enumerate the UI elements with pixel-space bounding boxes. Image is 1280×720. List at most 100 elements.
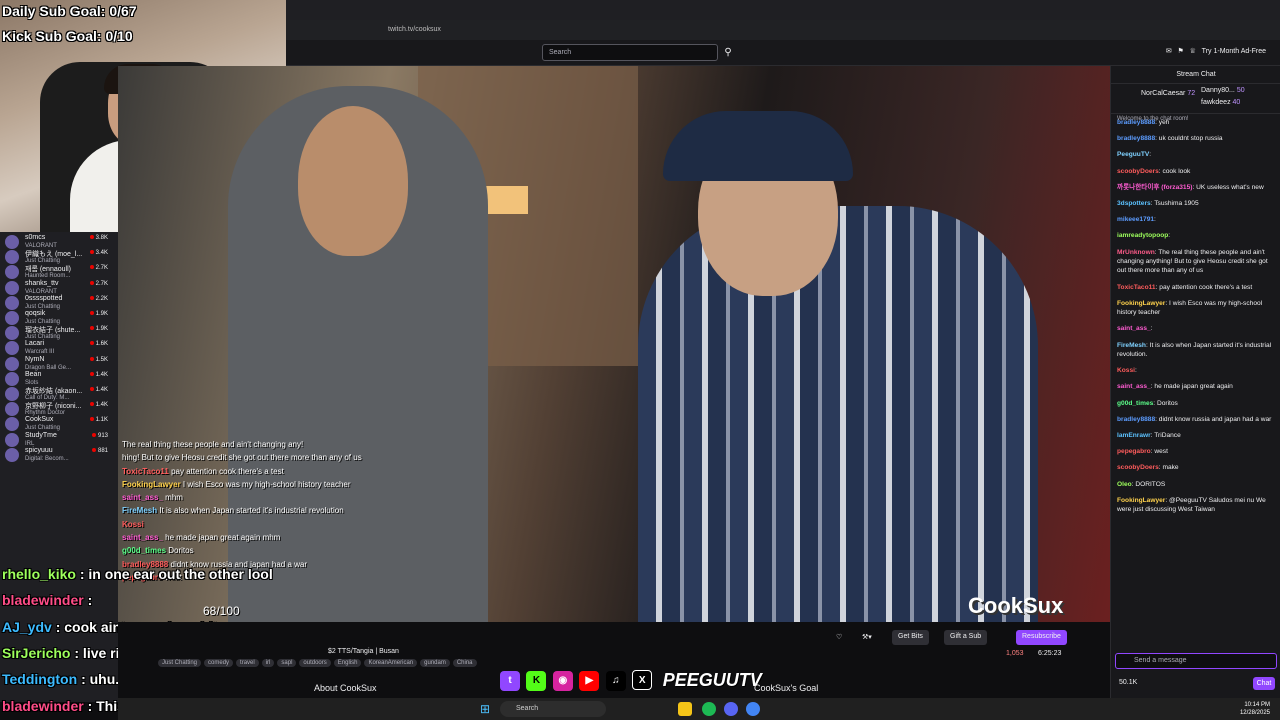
search-icon[interactable]: ⚲ [720, 44, 736, 61]
x-icon[interactable]: X [632, 670, 653, 690]
chat-username[interactable]: scoobyDoers [1117, 168, 1159, 175]
notification-bell-icon[interactable]: ⚒▾ [856, 630, 878, 645]
channel-viewers: 1.5K [89, 356, 108, 363]
chat-panel: Stream Chat NorCalCaesar 72 Danny80... 50… [1110, 66, 1280, 702]
chat-text: : [1150, 325, 1153, 333]
kick-icon[interactable]: K [526, 671, 547, 691]
stream-tag[interactable]: Just Chatting [158, 659, 202, 667]
nav-right-area: ✉ ⚑ ♕ Try 1-Month Ad-Free [1166, 47, 1266, 55]
chat-message: IamEnrawr: TriDance [1117, 431, 1275, 440]
chat-username[interactable]: FookingLawyer [1117, 300, 1165, 307]
chat-username[interactable]: bradley8888 [1117, 119, 1155, 126]
video-chat-text: Doritos [168, 546, 194, 556]
stream-tag[interactable]: outdoors [299, 659, 331, 667]
gift-leaderboard: NorCalCaesar 72 Danny80... 50 fawkdeez 40 [1111, 84, 1280, 114]
chat-username[interactable]: bradley8888 [1117, 416, 1155, 423]
search-input[interactable]: Search [542, 44, 718, 61]
notifications-icon[interactable]: ⚑ [1178, 48, 1184, 55]
crown-icon[interactable]: ♕ [1190, 48, 1196, 55]
twitch-top-nav: Search ⚲ ✉ ⚑ ♕ Try 1-Month Ad-Free [286, 40, 1280, 66]
discord-icon[interactable] [724, 702, 738, 716]
resubscribe-button[interactable]: Resubscribe [1016, 630, 1067, 645]
chat-username[interactable]: Kossi [1117, 367, 1135, 374]
stream-tag[interactable]: sapl [277, 659, 297, 667]
chat-username[interactable]: 3dspotters [1117, 200, 1151, 207]
chat-username[interactable]: MrUnknown [1117, 249, 1155, 256]
video-chat-text: mhm [165, 493, 183, 503]
chat-message: Kossi: [1117, 366, 1275, 375]
chat-username[interactable]: mikeee1791 [1117, 216, 1154, 223]
chat-message: g00d_times: Doritos [1117, 399, 1275, 408]
taskbar-search[interactable]: Search [500, 701, 606, 717]
chat-message: Oleo: DORITOS [1117, 480, 1275, 489]
leaderboard-value: 40 [1232, 99, 1241, 106]
chat-text: : cook look [1158, 167, 1191, 175]
chat-username[interactable]: FookingLawyer [1117, 497, 1165, 504]
twitch-icon[interactable]: t [500, 671, 520, 691]
chat-username[interactable]: scoobyDoers [1117, 464, 1159, 471]
file-explorer-icon[interactable] [678, 702, 692, 716]
chat-username[interactable]: saint_ass_ [1117, 325, 1151, 332]
viewer-count-text: 1.9K [95, 311, 108, 317]
stream-tag[interactable]: comedy [204, 659, 234, 667]
chat-username[interactable]: g00d_times [1117, 400, 1153, 407]
chat-username[interactable]: saint_ass_ [1117, 383, 1151, 390]
video-chat-text: pay attention cook there's a test [171, 466, 284, 476]
get-bits-button[interactable]: Get Bits [892, 630, 929, 645]
video-chat-line: g00d_times Doritos [122, 544, 422, 557]
video-chat-user: ToxicTaco11 [122, 466, 169, 476]
sidebar-channel[interactable]: spicyuuu Digital: Becom... 881 [0, 445, 118, 467]
chat-username[interactable]: FireMesh [1117, 342, 1146, 349]
cooksux-watermark: CookSux [968, 593, 1064, 618]
windows-start-icon[interactable]: ⊞ [480, 702, 494, 716]
stream-info-bar: $2 TTS/Tangia | Busan Just Chatting comed… [118, 622, 1110, 676]
chat-username[interactable]: 까롯나한타이후 (forza315) [1117, 184, 1192, 191]
channel-viewers: 3.8K [89, 235, 108, 241]
url-text[interactable]: twitch.tv/cooksux [388, 26, 441, 33]
channel-points[interactable]: 50.1K [1119, 679, 1137, 686]
chat-username[interactable]: iamreadytopoop [1117, 232, 1168, 239]
chat-username[interactable]: IamEnrawr [1117, 432, 1151, 439]
ad-free-button[interactable]: Try 1-Month Ad-Free [1202, 48, 1266, 55]
stream-tag[interactable]: irl [261, 659, 275, 667]
heart-follow-icon[interactable]: ♡ [830, 630, 848, 645]
chat-send-button[interactable]: Chat [1253, 677, 1275, 690]
chat-message: mikeee1791: [1117, 215, 1275, 224]
chat-text: : yeh [1155, 119, 1170, 126]
channel-name: 0sssspotted [25, 294, 63, 302]
gift-sub-button[interactable]: Gift a Sub [944, 630, 988, 645]
chat-text: : Doritos [1153, 399, 1178, 407]
chat-message: PeeguuTV: [1117, 150, 1275, 159]
chat-input[interactable]: Send a message [1115, 653, 1277, 669]
goal-label: CookSux's Goal [754, 683, 819, 693]
live-dot [89, 235, 94, 239]
video-chat-text: The real thing these people and ain't ch… [122, 440, 304, 449]
chrome-icon[interactable] [746, 702, 760, 716]
video-chat-line: saint_ass_ mhm [122, 491, 422, 504]
chat-text: : DORITOS [1131, 480, 1166, 488]
instagram-icon[interactable]: ◉ [552, 671, 573, 691]
spotify-icon[interactable] [702, 702, 716, 716]
live-dot [89, 387, 94, 391]
address-bar[interactable]: twitch.tv/cooksux [286, 20, 1280, 40]
stream-tag[interactable]: travel [236, 659, 259, 667]
chat-username[interactable]: pepegabro [1117, 448, 1151, 455]
chat-username[interactable]: PeeguuTV [1117, 151, 1149, 158]
channel-name: s0mcs [25, 234, 46, 241]
chat-username[interactable]: bradley8888 [1117, 135, 1155, 142]
tiktok-icon[interactable]: ♫ [605, 671, 626, 691]
inbox-icon[interactable]: ✉ [1166, 48, 1172, 55]
stream-tag[interactable]: gundam [420, 659, 450, 667]
chat-username[interactable]: ToxicTaco11 [1117, 284, 1156, 291]
chat-text: : [1154, 216, 1156, 224]
channel-name: spicyuuu [25, 446, 53, 454]
stream-tag[interactable]: China [452, 659, 477, 667]
chat-message-list: bradley8888: yeh bradley8888: uk couldnt … [1117, 118, 1275, 522]
overlay-chat-text: : in one ear out the other lool [79, 566, 273, 582]
chat-username[interactable]: Oleo [1117, 481, 1132, 488]
stream-tag[interactable]: KoreanAmerican [364, 659, 418, 667]
stream-tag[interactable]: English [333, 659, 362, 667]
channel-viewers: 1.4K [89, 371, 108, 378]
youtube-icon[interactable]: ▶ [579, 671, 600, 691]
video-chat-user: Kossi [122, 519, 144, 529]
